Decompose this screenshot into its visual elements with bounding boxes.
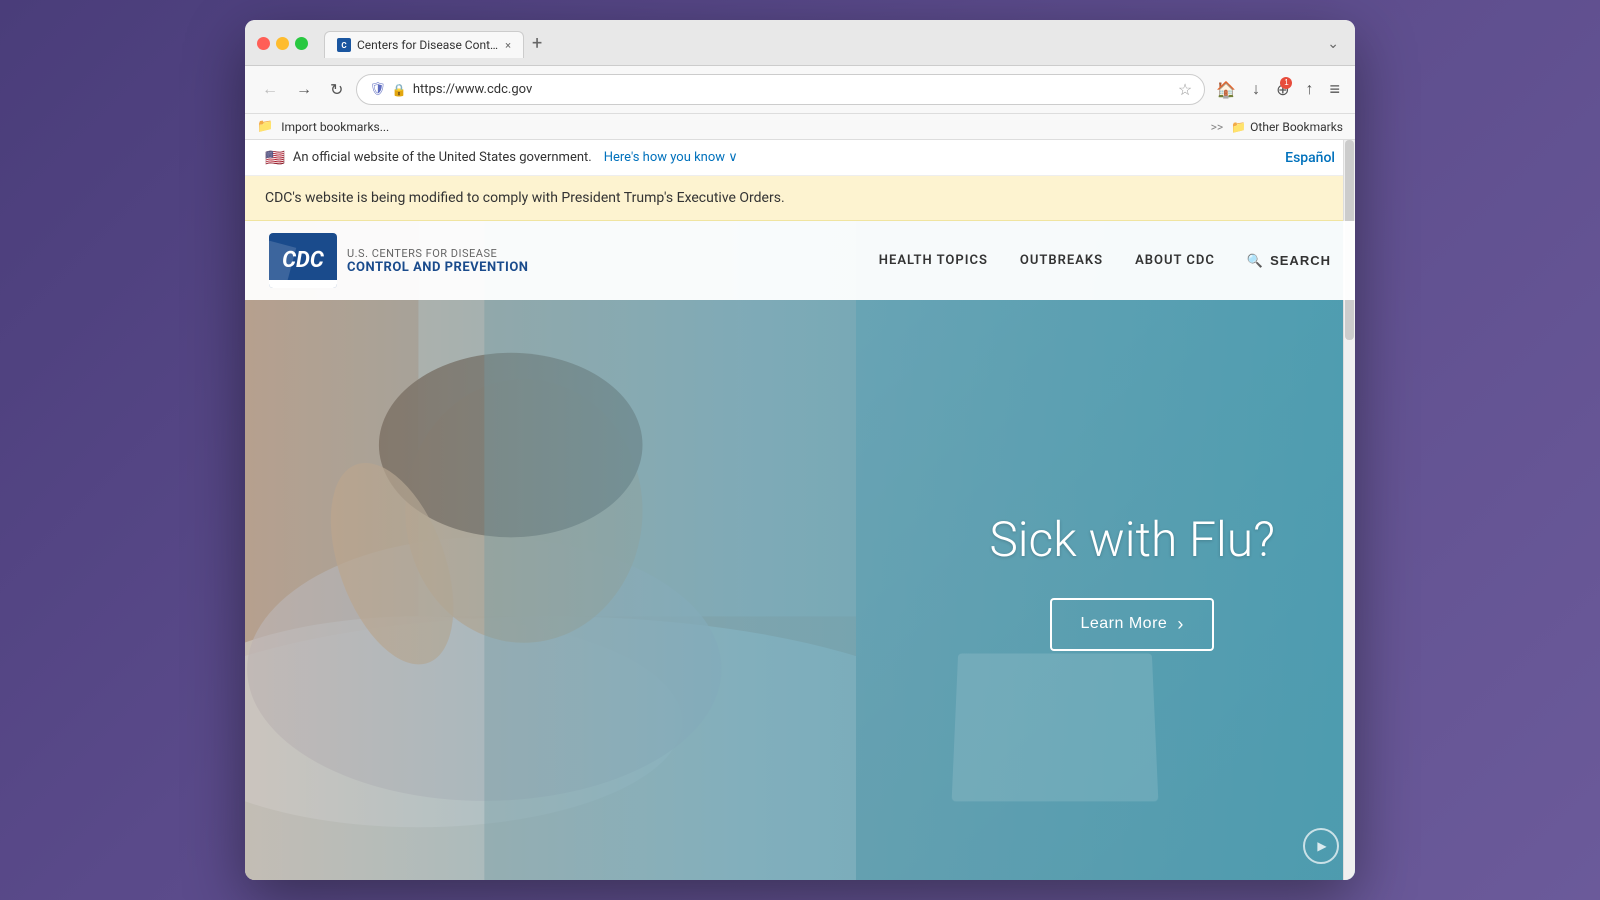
hero-content: Sick with Flu? Learn More › [989, 511, 1275, 651]
new-tab-button[interactable]: + [524, 33, 550, 54]
cdc-nav: HEALTH TOPICS OUTBREAKS ABOUT CDC 🔍 SEAR… [879, 253, 1331, 269]
cdc-logo-box: CDC [269, 233, 337, 288]
espanol-link[interactable]: Español [1285, 150, 1335, 166]
pocket-button[interactable]: 🏠 [1213, 77, 1239, 103]
browser-window: C Centers for Disease Control and × + ⌄ … [245, 20, 1355, 880]
cdc-logo-stripe [269, 280, 337, 288]
share-button[interactable]: ↑ [1302, 78, 1316, 102]
bookmarks-folder-icon: 📁 [257, 119, 273, 134]
laptop-decoration [952, 653, 1159, 801]
address-bar[interactable]: 🛡 🔒 https://www.cdc.gov ☆ [356, 74, 1205, 105]
cdc-search-button[interactable]: 🔍 SEARCH [1247, 253, 1331, 269]
extensions-button[interactable]: ⊕ 1 [1273, 77, 1292, 103]
cdc-website-content: CDC U.S. CENTERS FOR DISEASE CONTROL AND… [245, 221, 1355, 880]
cdc-org-bottom: CONTROL AND PREVENTION [347, 260, 528, 275]
learn-more-button[interactable]: Learn More › [1050, 598, 1213, 651]
tabs-row: C Centers for Disease Control and × + ⌄ [324, 30, 1343, 57]
gov-banner: 🇺🇸 An official website of the United Sta… [245, 140, 1355, 176]
alert-banner: CDC's website is being modified to compl… [245, 176, 1355, 221]
us-flag-icon: 🇺🇸 [265, 148, 285, 167]
import-bookmarks-label: Import bookmarks... [281, 120, 389, 134]
search-label: SEARCH [1270, 253, 1331, 268]
bookmarks-bar: 📁 Import bookmarks... >> 📁 Other Bookmar… [245, 114, 1355, 140]
hero-section: Sick with Flu? Learn More › ▶ [245, 221, 1355, 880]
shield-icon: 🛡 [369, 82, 386, 97]
refresh-button[interactable]: ↻ [325, 77, 348, 103]
how-you-know-link[interactable]: Here's how you know ∨ [604, 150, 738, 165]
tab-favicon: C [337, 38, 351, 52]
tab-title: Centers for Disease Control and [357, 38, 499, 52]
download-button[interactable]: ↓ [1249, 78, 1263, 102]
cdc-logo[interactable]: CDC U.S. CENTERS FOR DISEASE CONTROL AND… [269, 233, 528, 288]
bookmarks-chevron[interactable]: >> [1211, 120, 1224, 134]
back-button[interactable]: ← [257, 78, 283, 102]
menu-button[interactable]: ≡ [1326, 76, 1343, 103]
other-bookmarks[interactable]: 📁 Other Bookmarks [1231, 120, 1343, 134]
close-button[interactable] [257, 37, 270, 50]
minimize-button[interactable] [276, 37, 289, 50]
extensions-badge: 1 [1280, 77, 1292, 89]
cdc-logo-text: CDC [282, 248, 324, 273]
tab-close-button[interactable]: × [505, 39, 511, 52]
title-bar: C Centers for Disease Control and × + ⌄ [245, 20, 1355, 66]
window-controls [257, 37, 308, 50]
lock-icon: 🔒 [392, 83, 407, 97]
gov-banner-left: 🇺🇸 An official website of the United Sta… [265, 148, 738, 167]
alert-banner-text: CDC's website is being modified to compl… [265, 190, 785, 206]
tabs-chevron[interactable]: ⌄ [1327, 36, 1339, 52]
nav-outbreaks[interactable]: OUTBREAKS [1020, 253, 1103, 268]
gov-banner-text: An official website of the United States… [293, 150, 592, 165]
nav-bar: ← → ↻ 🛡 🔒 https://www.cdc.gov ☆ 🏠 ↓ ⊕ 1 … [245, 66, 1355, 114]
learn-more-chevron-icon: › [1177, 614, 1184, 635]
play-icon: ▶ [1317, 839, 1326, 853]
nav-health-topics[interactable]: HEALTH TOPICS [879, 253, 988, 268]
page-content: 🇺🇸 An official website of the United Sta… [245, 140, 1355, 880]
nav-icon-group: 🏠 ↓ ⊕ 1 ↑ ≡ [1213, 76, 1343, 103]
active-tab[interactable]: C Centers for Disease Control and × [324, 31, 524, 58]
chevron-down-icon: ∨ [728, 150, 738, 165]
url-text: https://www.cdc.gov [413, 82, 1172, 97]
bookmark-star-icon[interactable]: ☆ [1178, 80, 1192, 99]
maximize-button[interactable] [295, 37, 308, 50]
other-bookmarks-folder-icon: 📁 [1231, 120, 1246, 134]
other-bookmarks-label: Other Bookmarks [1250, 120, 1343, 134]
hero-title: Sick with Flu? [989, 511, 1275, 568]
nav-about-cdc[interactable]: ABOUT CDC [1135, 253, 1215, 268]
cdc-header: CDC U.S. CENTERS FOR DISEASE CONTROL AND… [245, 221, 1355, 300]
learn-more-label: Learn More [1080, 615, 1167, 633]
cdc-org-top: U.S. CENTERS FOR DISEASE [347, 247, 528, 260]
import-bookmarks-link[interactable]: Import bookmarks... [281, 120, 389, 134]
cdc-org-name: U.S. CENTERS FOR DISEASE CONTROL AND PRE… [347, 247, 528, 275]
play-button[interactable]: ▶ [1303, 828, 1339, 864]
search-icon: 🔍 [1247, 253, 1264, 269]
forward-button[interactable]: → [291, 78, 317, 102]
